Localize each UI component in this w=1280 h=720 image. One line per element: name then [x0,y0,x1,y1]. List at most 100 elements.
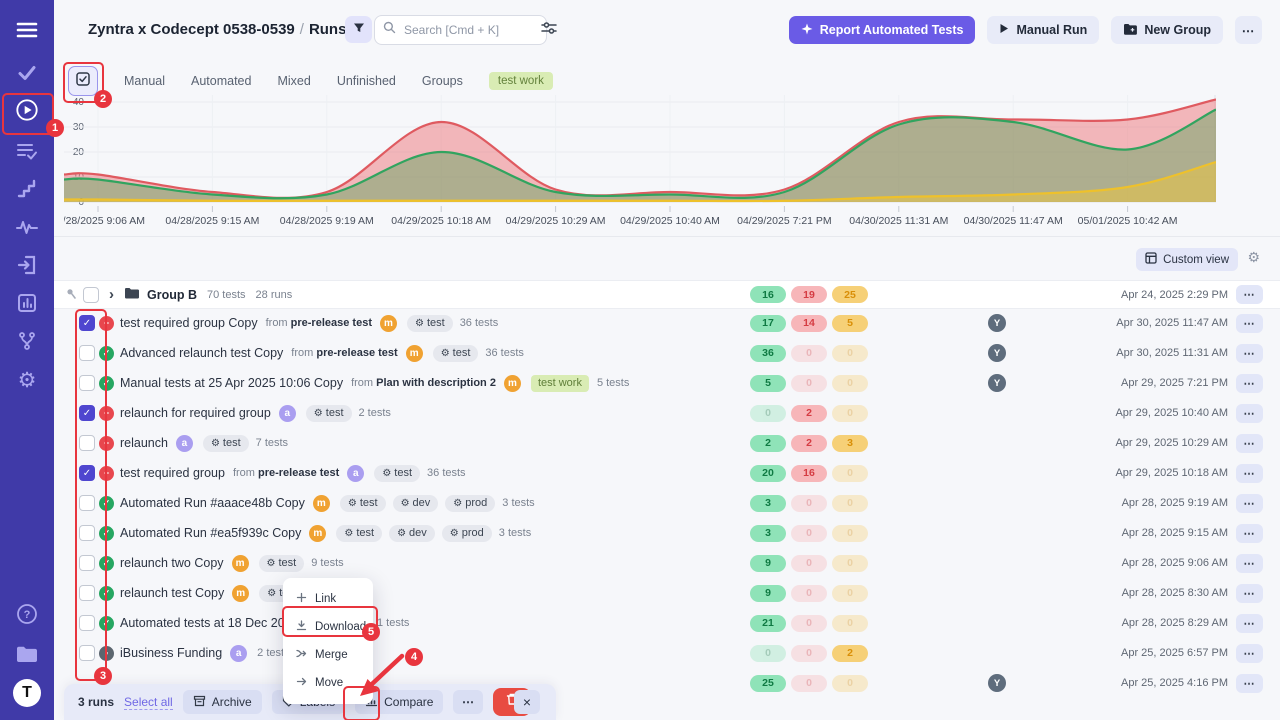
row-more-button[interactable]: ⋯ [1236,374,1263,393]
chevron-right-icon[interactable]: › [109,287,114,302]
table-row[interactable]: ✓Automated Run #ea5f939c Copym⚙test⚙dev⚙… [54,518,1280,548]
group-name[interactable]: Group B [147,288,197,302]
tab-tag-test-work[interactable]: test work [489,72,553,90]
row-checkbox[interactable] [79,555,95,571]
tab-automated[interactable]: Automated [191,74,251,88]
row-more-button[interactable]: ⋯ [1236,524,1263,543]
row-more-button[interactable]: ⋯ [1236,644,1263,663]
tab-unfinished[interactable]: Unfinished [337,74,396,88]
selection-more-button[interactable]: ⋯ [453,690,483,714]
row-checkbox[interactable] [79,525,95,541]
table-row[interactable]: ✓−relaunch for required groupa⚙test2 tes… [54,398,1280,428]
run-name[interactable]: test required group Copy [120,316,258,330]
row-checkbox[interactable] [79,495,95,511]
tests-count: 2 tests [359,407,391,419]
runs-icon[interactable] [15,98,39,122]
search-input[interactable] [402,22,516,38]
table-row[interactable]: ✓Advanced relaunch test Copyfrom pre-rel… [54,338,1280,368]
run-name[interactable]: Automated Run #ea5f939c Copy [120,526,301,540]
row-more-button[interactable]: ⋯ [1236,404,1263,423]
table-row[interactable]: −relauncha⚙test7 tests223Apr 29, 2025 10… [54,428,1280,458]
sidebar: ⚙ ? T [0,0,54,720]
run-name[interactable]: Automated Run #aaace48b Copy [120,496,305,510]
sign-in-icon[interactable] [15,253,39,277]
table-row[interactable]: ✓relaunch test Copym⚙test900Apr 28, 2025… [54,578,1280,608]
group-checkbox[interactable] [83,287,99,303]
settings-gear-icon[interactable]: ⚙ [15,368,39,392]
workspace-logo[interactable]: T [13,679,41,707]
group-more-button[interactable]: ⋯ [1236,285,1263,304]
test-cases-icon[interactable] [15,139,39,163]
tabs-list: Manual Automated Mixed Unfinished Groups [124,74,463,88]
archive-button[interactable]: Archive [183,690,262,714]
row-checkbox[interactable]: ✓ [79,405,95,421]
reports-icon[interactable] [15,291,39,315]
passed-count: 16 [750,286,786,303]
automation-icon [801,23,813,38]
menu-item-download[interactable]: Download [283,613,373,641]
custom-view-button[interactable]: Custom view [1136,248,1238,271]
archive-icon [193,695,206,710]
table-row[interactable]: ✓Automated Run #aaace48b Copym⚙test⚙dev⚙… [54,488,1280,518]
tab-manual[interactable]: Manual [124,74,165,88]
row-checkbox[interactable] [79,375,95,391]
hamburger-menu-icon[interactable] [15,18,39,42]
row-more-button[interactable]: ⋯ [1236,614,1263,633]
run-name[interactable]: Advanced relaunch test Copy [120,346,283,360]
avatar: Y [988,314,1006,332]
select-mode-button[interactable] [68,66,98,96]
manual-run-button[interactable]: Manual Run [987,16,1099,44]
tab-mixed[interactable]: Mixed [277,74,310,88]
tab-groups[interactable]: Groups [422,74,463,88]
row-more-button[interactable]: ⋯ [1236,314,1263,333]
view-settings-gear-icon[interactable]: ⚙ [1247,249,1260,266]
new-group-button[interactable]: New Group [1111,16,1223,44]
plus-icon [296,592,307,606]
table-row[interactable]: ✓−test required group Copyfrom pre-relea… [54,308,1280,338]
row-checkbox[interactable]: ✓ [79,315,95,331]
run-name[interactable]: relaunch for required group [120,406,271,420]
passed-count: 21 [750,615,786,632]
group-row[interactable]: › Group B 70 tests 28 runs 16 19 25 Apr … [54,280,1280,309]
run-name[interactable]: test required group [120,466,225,480]
row-more-button[interactable]: ⋯ [1236,434,1263,453]
row-more-button[interactable]: ⋯ [1236,674,1263,693]
row-checkbox[interactable] [79,345,95,361]
integrations-icon[interactable] [15,329,39,353]
search-box[interactable] [374,15,547,45]
row-checkbox[interactable] [79,645,95,661]
table-row[interactable]: ✓relaunch two Copym⚙test9 tests900Apr 28… [54,548,1280,578]
row-checkbox[interactable] [79,615,95,631]
run-name[interactable]: relaunch two Copy [120,556,224,570]
report-automated-tests-button[interactable]: Report Automated Tests [789,16,976,44]
row-more-button[interactable]: ⋯ [1236,464,1263,483]
filter-button[interactable] [345,16,372,43]
filter-settings-icon[interactable] [541,21,557,40]
header-more-button[interactable]: ⋯ [1235,16,1262,44]
run-name[interactable]: iBusiness Funding [120,646,222,660]
row-checkbox[interactable] [79,435,95,451]
activity-icon[interactable] [15,215,39,239]
row-checkbox[interactable]: ✓ [79,465,95,481]
run-name[interactable]: relaunch [120,436,168,450]
projects-folder-icon[interactable] [15,642,39,666]
run-name[interactable]: relaunch test Copy [120,586,224,600]
breadcrumb-project[interactable]: Zyntra x Codecept 0538-0539 [88,21,295,38]
checkmark-icon[interactable] [15,61,39,85]
menu-item-link[interactable]: Link [283,585,373,613]
select-all-link[interactable]: Select all [124,695,173,710]
row-more-button[interactable]: ⋯ [1236,494,1263,513]
milestones-icon[interactable] [15,177,39,201]
table-row[interactable]: ✓Manual tests at 25 Apr 2025 10:06 Copyf… [54,368,1280,398]
row-checkbox[interactable] [79,585,95,601]
table-row[interactable]: ✓−test required groupfrom pre-release te… [54,458,1280,488]
run-type-badge: a [279,405,296,422]
row-more-button[interactable]: ⋯ [1236,554,1263,573]
run-name[interactable]: Manual tests at 25 Apr 2025 10:06 Copy [120,376,343,390]
row-more-button[interactable]: ⋯ [1236,584,1263,603]
close-selection-button[interactable]: × [514,690,540,714]
help-icon[interactable]: ? [15,602,39,626]
row-more-button[interactable]: ⋯ [1236,344,1263,363]
table-row[interactable]: ✓Automated tests at 18 Dec 2024 121 test… [54,608,1280,638]
table-row[interactable]: ▪iBusiness Fundinga2 tests002Apr 25, 202… [54,638,1280,668]
